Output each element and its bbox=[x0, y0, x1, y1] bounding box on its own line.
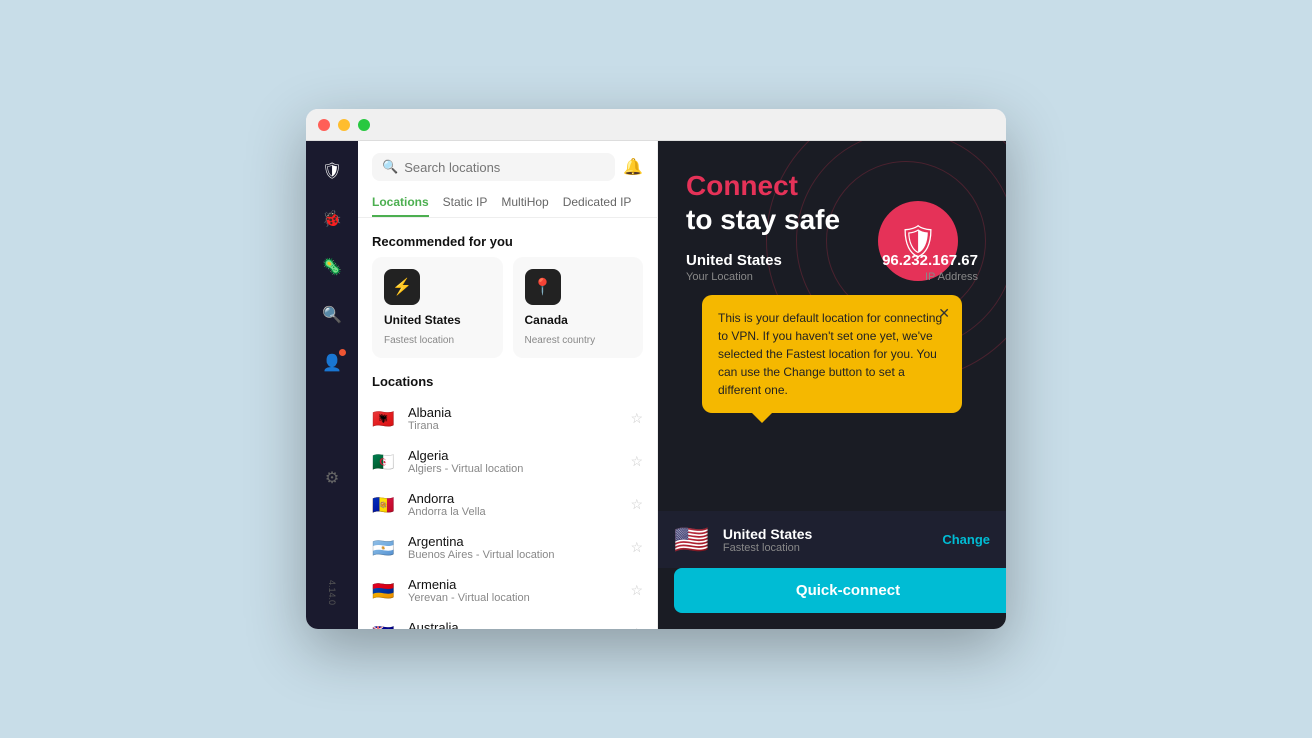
quick-connect-button[interactable]: Quick-connect bbox=[674, 568, 1006, 613]
bottom-loc-info: United States Fastest location bbox=[723, 526, 928, 554]
ip-info: 96.232.167.67 IP Address bbox=[882, 252, 978, 283]
rec-name-us: United States bbox=[384, 313, 461, 327]
loc-info-armenia: Armenia Yerevan - Virtual location bbox=[408, 577, 620, 604]
flag-australia: 🇦🇺 bbox=[372, 625, 398, 630]
rec-sub-us: Fastest location bbox=[384, 335, 454, 346]
connect-text: Connect to stay safe bbox=[686, 169, 978, 236]
flag-andorra: 🇦🇩 bbox=[372, 496, 398, 514]
sidebar-item-settings[interactable]: ⚙ bbox=[318, 464, 346, 492]
right-panel: 🛡 Connect to stay safe United States You… bbox=[658, 141, 1006, 629]
locations-section-title: Locations bbox=[358, 370, 657, 397]
loc-actions-argentina: ☆ bbox=[630, 539, 643, 556]
loc-info-algeria: Algeria Algiers - Virtual location bbox=[408, 448, 620, 475]
bottom-location-name: United States bbox=[723, 526, 928, 542]
bottom-bar: 🇺🇸 United States Fastest location Change bbox=[658, 511, 1006, 568]
connect-subtitle: to stay safe bbox=[686, 203, 978, 237]
titlebar bbox=[306, 109, 1006, 141]
app-window: 🛡 🐞 🦠 🔍 👤 ⚙ 4.14.0 🔍 🔔 Locations bbox=[306, 109, 1006, 629]
star-albania[interactable]: ☆ bbox=[630, 410, 643, 427]
rec-icon-ca: 📍 bbox=[525, 269, 561, 305]
tab-dedicated-ip[interactable]: Dedicated IP bbox=[563, 189, 632, 217]
search-bar: 🔍 🔔 bbox=[358, 141, 657, 189]
flag-albania: 🇦🇱 bbox=[372, 410, 398, 428]
account-badge bbox=[339, 349, 346, 356]
app-body: 🛡 🐞 🦠 🔍 👤 ⚙ 4.14.0 🔍 🔔 Locations bbox=[306, 141, 1006, 629]
rec-icon-us: ⚡ bbox=[384, 269, 420, 305]
bottom-section: 🇺🇸 United States Fastest location Change… bbox=[658, 511, 1006, 629]
tooltip-arrow bbox=[752, 413, 772, 423]
search-input-wrap[interactable]: 🔍 bbox=[372, 153, 615, 181]
minimize-button[interactable] bbox=[338, 119, 350, 131]
hero-section: 🛡 Connect to stay safe United States You… bbox=[658, 141, 1006, 511]
your-location-name: United States bbox=[686, 252, 782, 269]
sidebar-item-account[interactable]: 👤 bbox=[318, 349, 346, 377]
loc-info-australia: Australia Fastest bbox=[408, 620, 603, 629]
version-label: 4.14.0 bbox=[327, 580, 337, 613]
sidebar-item-privacy[interactable]: 🐞 bbox=[318, 205, 346, 233]
star-australia[interactable]: ☆ bbox=[630, 625, 643, 629]
your-location-label: Your Location bbox=[686, 271, 782, 283]
sidebar: 🛡 🐞 🦠 🔍 👤 ⚙ 4.14.0 bbox=[306, 141, 358, 629]
list-item[interactable]: 🇦🇩 Andorra Andorra la Vella ☆ bbox=[358, 483, 657, 526]
recommended-item-us[interactable]: ⚡ United States Fastest location bbox=[372, 257, 503, 358]
tab-multihop[interactable]: MultiHop bbox=[501, 189, 548, 217]
search-input[interactable] bbox=[404, 160, 605, 175]
tooltip-close-button[interactable]: ✕ bbox=[938, 305, 950, 322]
rec-sub-ca: Nearest country bbox=[525, 335, 596, 346]
ip-label: IP Address bbox=[882, 271, 978, 283]
connect-title: Connect bbox=[686, 169, 978, 203]
list-item[interactable]: 🇦🇲 Armenia Yerevan - Virtual location ☆ bbox=[358, 569, 657, 612]
maximize-button[interactable] bbox=[358, 119, 370, 131]
star-andorra[interactable]: ☆ bbox=[630, 496, 643, 513]
flag-algeria: 🇩🇿 bbox=[372, 453, 398, 471]
loc-actions-andorra: ☆ bbox=[630, 496, 643, 513]
flag-us-large: 🇺🇸 bbox=[674, 523, 709, 556]
list-item[interactable]: 🇦🇷 Argentina Buenos Aires - Virtual loca… bbox=[358, 526, 657, 569]
recommended-item-ca[interactable]: 📍 Canada Nearest country bbox=[513, 257, 644, 358]
tooltip-box: ✕ This is your default location for conn… bbox=[702, 295, 962, 413]
change-location-button[interactable]: Change bbox=[942, 532, 990, 547]
list-item[interactable]: 🇦🇱 Albania Tirana ☆ bbox=[358, 397, 657, 440]
loc-info-albania: Albania Tirana bbox=[408, 405, 620, 432]
close-button[interactable] bbox=[318, 119, 330, 131]
tabs: Locations Static IP MultiHop Dedicated I… bbox=[358, 189, 657, 218]
loc-info-argentina: Argentina Buenos Aires - Virtual locatio… bbox=[408, 534, 620, 561]
recommended-grid: ⚡ United States Fastest location 📍 Canad… bbox=[358, 257, 657, 370]
list-item[interactable]: 🇦🇺 Australia Fastest ▼ ☆ bbox=[358, 612, 657, 629]
bell-icon[interactable]: 🔔 bbox=[623, 157, 643, 177]
star-argentina[interactable]: ☆ bbox=[630, 539, 643, 556]
loc-actions-albania: ☆ bbox=[630, 410, 643, 427]
star-algeria[interactable]: ☆ bbox=[630, 453, 643, 470]
recommended-title: Recommended for you bbox=[358, 222, 657, 257]
search-icon: 🔍 bbox=[382, 159, 398, 175]
sidebar-item-network[interactable]: 🦠 bbox=[318, 253, 346, 281]
list-item[interactable]: 🇩🇿 Algeria Algiers - Virtual location ☆ bbox=[358, 440, 657, 483]
loc-actions-armenia: ☆ bbox=[630, 582, 643, 599]
loc-actions-australia: ▼ ☆ bbox=[613, 625, 643, 629]
tooltip-text: This is your default location for connec… bbox=[718, 311, 942, 397]
tab-static-ip[interactable]: Static IP bbox=[443, 189, 488, 217]
location-info-row: United States Your Location 96.232.167.6… bbox=[686, 252, 978, 283]
locations-panel: 🔍 🔔 Locations Static IP MultiHop Dedicat… bbox=[358, 141, 658, 629]
star-armenia[interactable]: ☆ bbox=[630, 582, 643, 599]
rec-name-ca: Canada bbox=[525, 313, 568, 327]
ip-address: 96.232.167.67 bbox=[882, 252, 978, 269]
locations-scroll: Recommended for you ⚡ United States Fast… bbox=[358, 222, 657, 629]
flag-armenia: 🇦🇲 bbox=[372, 582, 398, 600]
flag-argentina: 🇦🇷 bbox=[372, 539, 398, 557]
loc-actions-algeria: ☆ bbox=[630, 453, 643, 470]
tab-locations[interactable]: Locations bbox=[372, 189, 429, 217]
your-location: United States Your Location bbox=[686, 252, 782, 283]
sidebar-item-shield[interactable]: 🛡 bbox=[318, 157, 346, 185]
sidebar-item-snooze[interactable]: 🔍 bbox=[318, 301, 346, 329]
bottom-location-sub: Fastest location bbox=[723, 542, 928, 554]
chevron-down-icon: ▼ bbox=[613, 627, 625, 630]
loc-info-andorra: Andorra Andorra la Vella bbox=[408, 491, 620, 518]
